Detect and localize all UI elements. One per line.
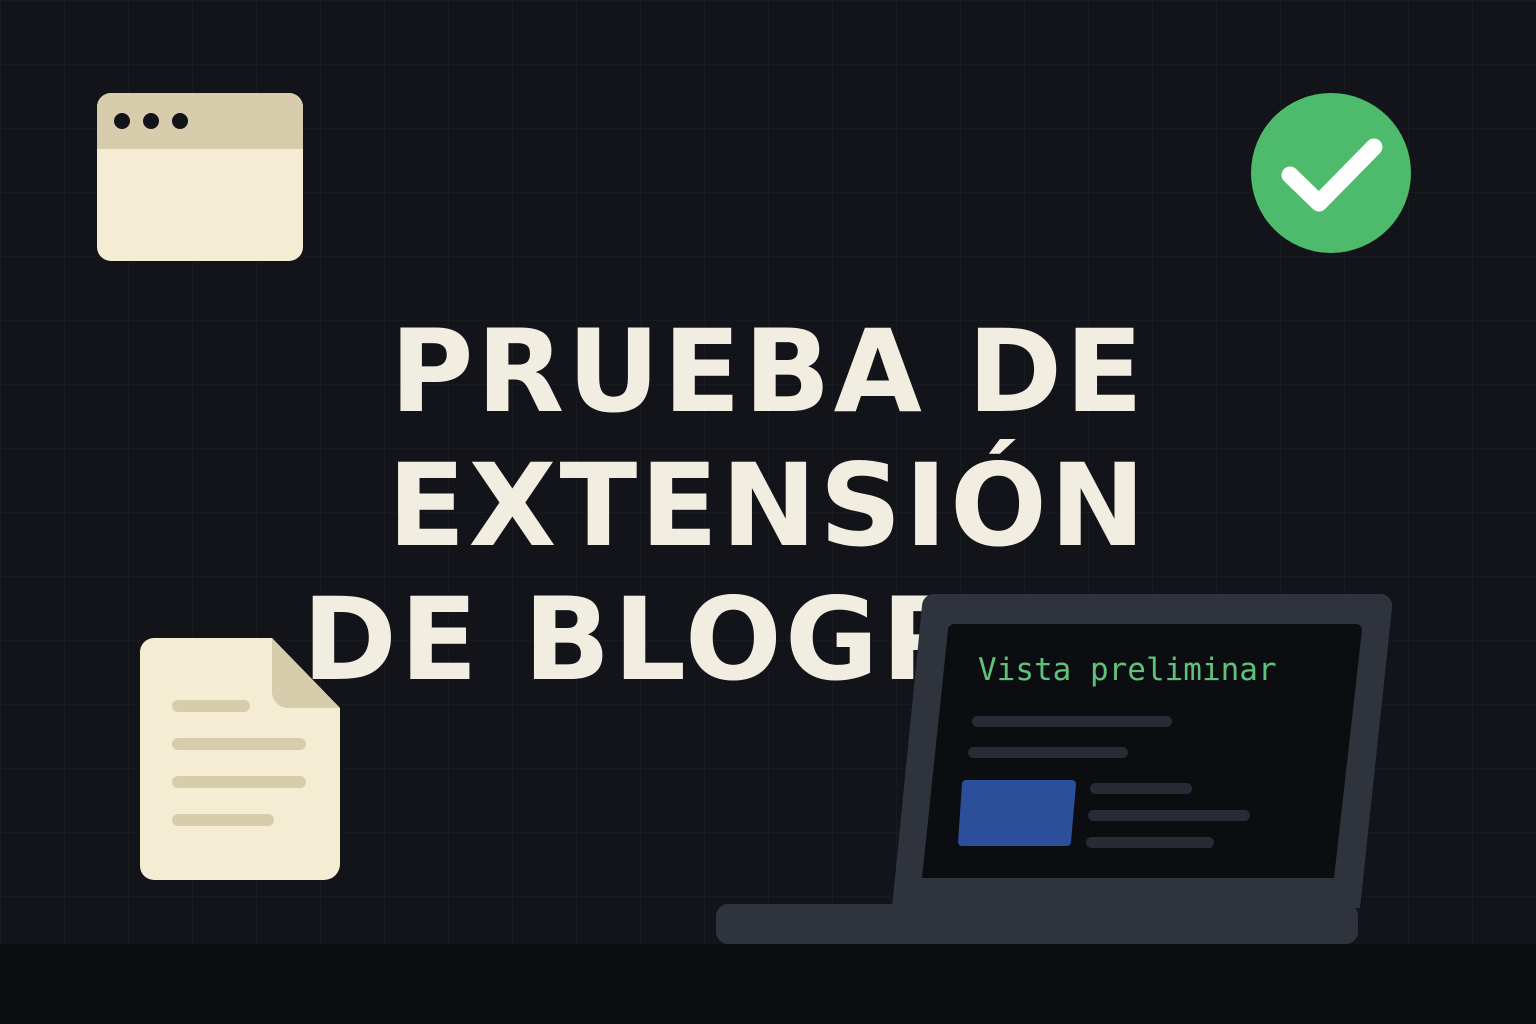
browser-window-icon xyxy=(97,93,303,261)
laptop-icon xyxy=(716,593,1393,944)
floor-band xyxy=(0,944,1536,1024)
checkmark-circle-icon xyxy=(1251,93,1411,253)
title-line-1: PRUEBA DE EXTENSIÓN xyxy=(387,305,1149,572)
document-icon xyxy=(140,638,340,880)
preview-label: Vista preliminar xyxy=(978,652,1277,688)
